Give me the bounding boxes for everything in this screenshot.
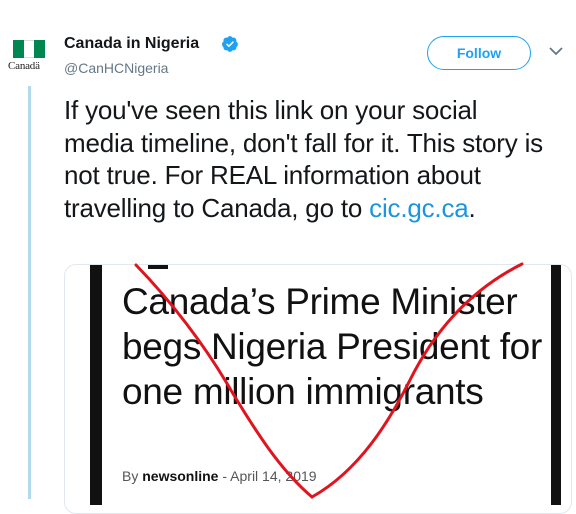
card-byline: By newsonline - April 14, 2019	[122, 468, 317, 484]
card-image-border-left	[90, 265, 102, 505]
avatar[interactable]: Canadä	[6, 36, 52, 78]
tweet-text: If you've seen this link on your social …	[64, 94, 554, 224]
account-handle[interactable]: @CanHCNigeria	[64, 60, 168, 76]
byline-date: April 14, 2019	[230, 468, 317, 484]
card-headline: Canada’s Prime Minister begs Nigeria Pre…	[122, 281, 542, 412]
card-image-border-right	[551, 265, 561, 505]
tweet-body-end: .	[468, 192, 476, 223]
display-name[interactable]: Canada in Nigeria	[64, 35, 199, 53]
card-image-top-mark	[148, 265, 168, 269]
nigeria-flag-icon	[13, 40, 45, 58]
byline-author: newsonline	[142, 468, 219, 484]
byline-prefix: By	[122, 468, 139, 484]
canada-wordmark: Canadä	[8, 60, 40, 72]
chevron-down-icon[interactable]	[549, 46, 563, 56]
byline-separator: -	[222, 468, 228, 484]
thread-line	[28, 86, 31, 499]
follow-button[interactable]: Follow	[427, 36, 531, 70]
link-preview-card[interactable]: Canada’s Prime Minister begs Nigeria Pre…	[64, 264, 572, 514]
tweet-link[interactable]: cic.gc.ca	[369, 193, 469, 223]
verified-badge-icon	[221, 36, 238, 52]
